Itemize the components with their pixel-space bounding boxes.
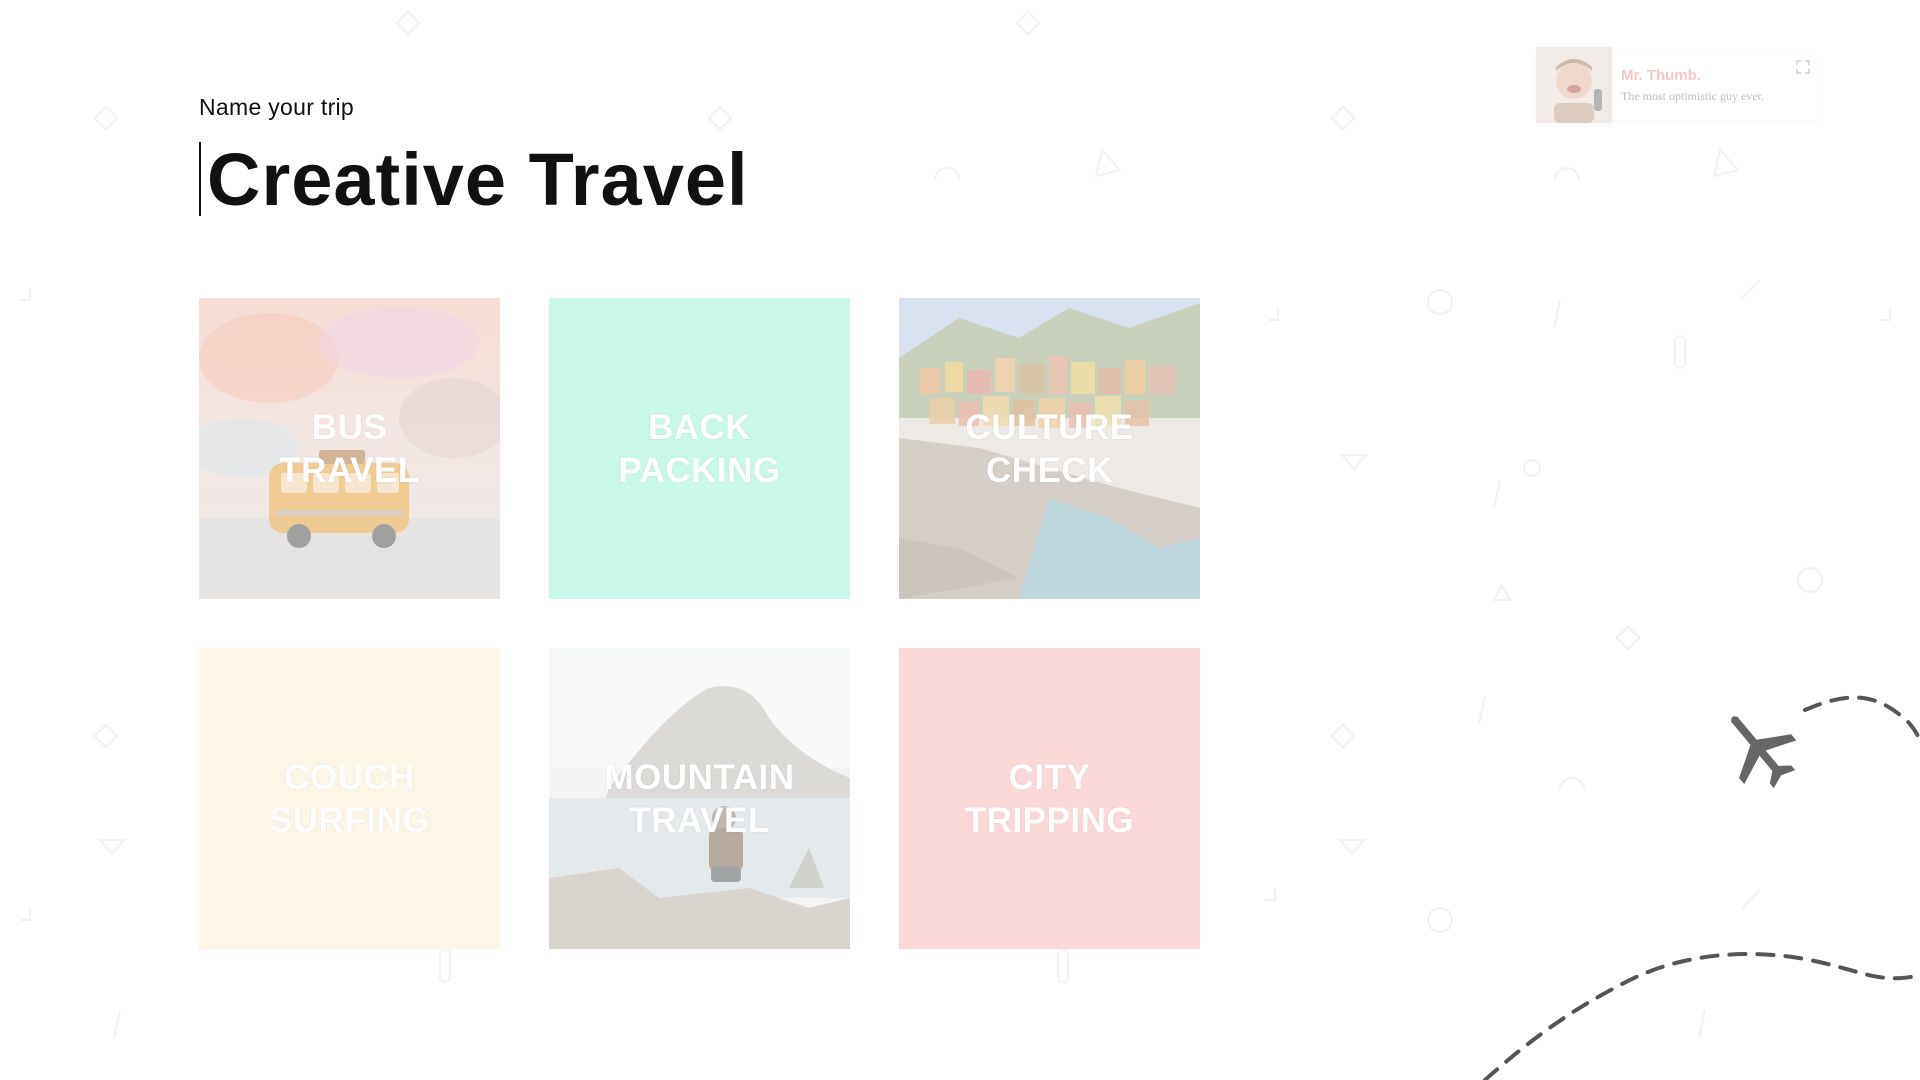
page: Name your trip Creative Travel BUS TRAVE… [0, 0, 1920, 1080]
trip-name-value[interactable]: Creative Travel [207, 137, 749, 222]
avatar [1536, 47, 1612, 123]
tile-city-tripping[interactable]: CITY TRIPPING [899, 648, 1200, 949]
tile-backpacking[interactable]: BACK PACKING [549, 298, 850, 599]
expand-icon[interactable] [1796, 60, 1810, 74]
tile-label: MOUNTAIN TRAVEL [604, 757, 795, 840]
tile-couch-surfing[interactable]: COUCH SURFING [199, 648, 500, 949]
tile-label: BACK PACKING [618, 407, 781, 490]
tile-mountain-travel[interactable]: MOUNTAIN TRAVEL [549, 648, 850, 949]
tile-label: CITY TRIPPING [964, 757, 1135, 840]
trip-type-grid: BUS TRAVEL BACK PACKING CULTURE CHECK CO… [199, 298, 1201, 949]
profile-card[interactable]: Mr. Thumb. The most optimistic guy ever. [1536, 47, 1820, 123]
profile-name: Mr. Thumb. [1621, 66, 1701, 84]
profile-text: Mr. Thumb. The most optimistic guy ever. [1621, 67, 1764, 104]
profile-tagline: The most optimistic guy ever. [1621, 88, 1764, 103]
tile-culture-check[interactable]: CULTURE CHECK [899, 298, 1200, 599]
tile-label: BUS TRAVEL [279, 407, 420, 490]
flight-path [1483, 695, 1920, 1080]
trip-name-field[interactable]: Creative Travel [199, 138, 749, 221]
tile-label: CULTURE CHECK [965, 407, 1134, 490]
text-caret [199, 142, 201, 216]
trip-name-label: Name your trip [199, 94, 355, 120]
tile-label: COUCH SURFING [269, 757, 430, 840]
tile-bus-travel[interactable]: BUS TRAVEL [199, 298, 500, 599]
airplane-icon [1731, 716, 1797, 789]
